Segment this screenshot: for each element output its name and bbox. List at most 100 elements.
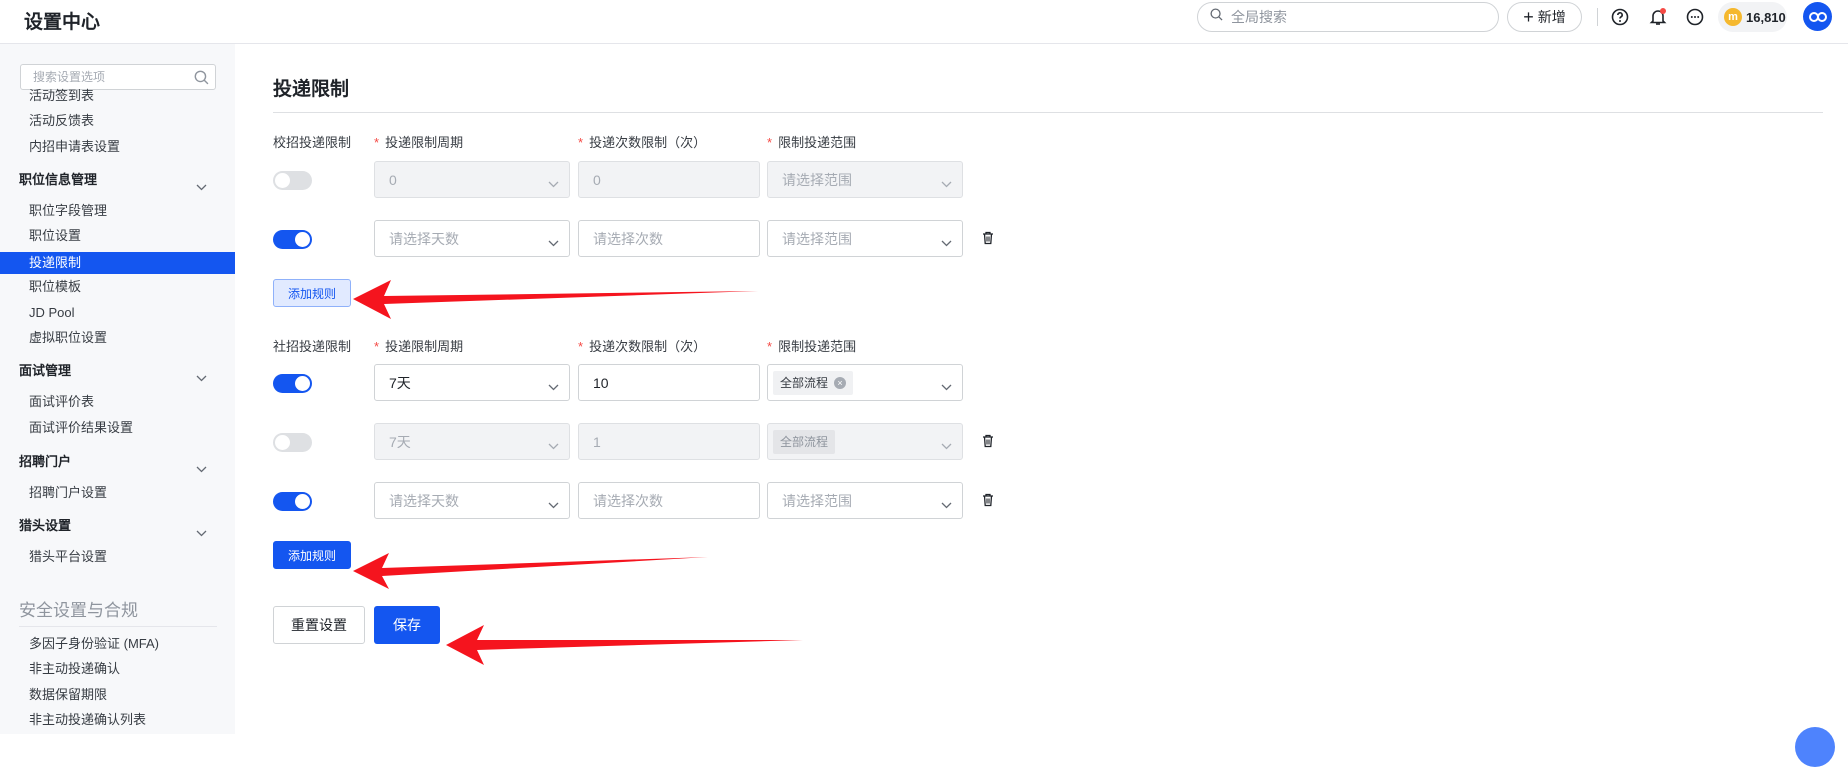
- sidebar-group-label: 猎头设置: [19, 518, 72, 533]
- column-count-label: * 投递次数限制（次）: [578, 339, 707, 354]
- sidebar-item-job-fields[interactable]: 职位字段管理: [0, 199, 235, 223]
- sidebar-item-interview-result[interactable]: 面试评价结果设置: [0, 416, 235, 440]
- sidebar-item-delivery-limit[interactable]: 投递限制: [0, 252, 235, 274]
- campus-rule-2-delete-icon[interactable]: [981, 231, 995, 245]
- annotation-arrow-icon: [353, 553, 708, 589]
- more-icon[interactable]: [1683, 5, 1707, 29]
- sidebar-item-passive-confirm[interactable]: 非主动投递确认: [0, 657, 235, 681]
- reset-button[interactable]: 重置设置: [273, 606, 365, 644]
- sidebar-item-internal-application[interactable]: 内招申请表设置: [0, 135, 235, 159]
- chevron-down-icon: [941, 496, 952, 512]
- coin-balance-value: 16,810: [1746, 9, 1786, 25]
- plus-icon: +: [1523, 7, 1534, 27]
- avatar[interactable]: [1803, 2, 1832, 31]
- sidebar-item-headhunter-platform[interactable]: 猎头平台设置: [0, 545, 235, 569]
- social-rule-2-count-input[interactable]: 1: [578, 423, 760, 460]
- campus-rule-1-toggle[interactable]: [273, 171, 312, 190]
- chevron-down-icon: [548, 437, 559, 453]
- social-rule-3-period-select[interactable]: 请选择天数: [374, 482, 570, 519]
- sidebar-item-interview-form[interactable]: 面试评价表: [0, 390, 235, 414]
- annotation-arrow-icon: [353, 280, 758, 319]
- chevron-down-icon: [941, 437, 952, 453]
- coin-icon: m: [1724, 8, 1742, 26]
- campus-rule-2-period-select[interactable]: 请选择天数: [374, 220, 570, 257]
- chevron-down-icon: [196, 175, 207, 199]
- assistant-bubble[interactable]: [1795, 727, 1835, 767]
- column-period-label: * 投递限制周期: [374, 339, 464, 354]
- column-scope-label: * 限制投递范围: [767, 135, 857, 150]
- sidebar-group-headhunter[interactable]: 猎头设置: [0, 514, 235, 538]
- help-icon[interactable]: [1608, 5, 1632, 29]
- new-button-label: 新增: [1537, 9, 1566, 25]
- social-rule-2-toggle[interactable]: [273, 433, 312, 452]
- main-content: 投递限制 校招投递限制 * 投递限制周期 * 投递次数限制（次） * 限制投递范围 0…: [235, 44, 1848, 734]
- coin-balance[interactable]: m 16,810: [1718, 2, 1787, 32]
- chevron-down-icon: [941, 175, 952, 191]
- campus-rule-1-count-input[interactable]: 0: [578, 161, 760, 198]
- chevron-down-icon: [548, 378, 559, 394]
- campus-rule-2-scope-select[interactable]: 请选择范围: [767, 220, 963, 257]
- campus-limit-label: 校招投递限制: [273, 135, 352, 150]
- new-button[interactable]: + 新增: [1507, 2, 1582, 32]
- sidebar-item-portal-settings[interactable]: 招聘门户设置: [0, 481, 235, 505]
- social-rule-1-toggle[interactable]: [273, 374, 312, 393]
- column-scope-label: * 限制投递范围: [767, 339, 857, 354]
- top-bar: 设置中心 + 新增 m 16,810: [0, 0, 1848, 44]
- close-icon[interactable]: ×: [834, 376, 847, 389]
- campus-rule-1-scope-select[interactable]: 请选择范围: [767, 161, 963, 198]
- column-count-label: * 投递次数限制（次）: [578, 135, 707, 150]
- sidebar-group-job-info[interactable]: 职位信息管理: [0, 168, 235, 192]
- campus-add-rule-button[interactable]: 添加规则: [273, 279, 352, 307]
- social-rule-3-toggle[interactable]: [273, 492, 312, 511]
- scope-tag: 全部流程: [773, 429, 836, 454]
- chevron-down-icon: [941, 378, 952, 394]
- chevron-down-icon: [548, 496, 559, 512]
- search-icon: [1210, 8, 1223, 26]
- social-rule-3-delete-icon[interactable]: [981, 493, 995, 507]
- chevron-down-icon: [196, 366, 207, 390]
- social-rule-1-period-select[interactable]: 7天: [374, 364, 570, 401]
- sidebar-item-mfa[interactable]: 多因子身份验证 (MFA): [0, 632, 235, 656]
- sidebar-item-job-template[interactable]: 职位模板: [0, 275, 235, 299]
- sidebar-item-data-retention[interactable]: 数据保留期限: [0, 683, 235, 707]
- social-rule-2-period-select[interactable]: 7天: [374, 423, 570, 460]
- save-button[interactable]: 保存: [374, 606, 440, 644]
- social-rule-1-count-input[interactable]: 10: [578, 364, 760, 401]
- sidebar-group-interview[interactable]: 面试管理: [0, 359, 235, 383]
- social-rule-2-delete-icon[interactable]: [981, 434, 995, 448]
- chevron-down-icon: [548, 175, 559, 191]
- sidebar-item-passive-confirm-list[interactable]: 非主动投递确认列表: [0, 708, 235, 732]
- chevron-down-icon: [941, 234, 952, 250]
- global-search[interactable]: [1197, 2, 1499, 32]
- campus-rule-2-count-input[interactable]: 请选择次数: [578, 220, 760, 257]
- app-title: 设置中心: [24, 12, 101, 33]
- social-limit-label: 社招投递限制: [273, 339, 352, 354]
- sidebar-section-divider: [19, 626, 217, 627]
- social-rule-3-count-input[interactable]: 请选择次数: [578, 482, 760, 519]
- sidebar-item-job-settings[interactable]: 职位设置: [0, 224, 235, 248]
- chevron-down-icon: [196, 457, 207, 481]
- sidebar-item-activity-feedback[interactable]: 活动反馈表: [0, 109, 235, 133]
- sidebar-item-jd-pool[interactable]: JD Pool: [0, 301, 235, 325]
- social-add-rule-button[interactable]: 添加规则: [273, 541, 352, 569]
- sidebar-item-activity-checkin[interactable]: 活动签到表: [0, 84, 235, 108]
- global-search-input[interactable]: [1231, 9, 1471, 25]
- sidebar: 活动签到表 活动反馈表 内招申请表设置 职位信息管理 职位字段管理 职位设置 投…: [0, 44, 235, 734]
- avatar-logo-icon: [1808, 11, 1827, 22]
- annotation-arrow-icon: [446, 625, 803, 665]
- sidebar-item-virtual-job[interactable]: 虚拟职位设置: [0, 326, 235, 350]
- campus-rule-1-period-select[interactable]: 0: [374, 161, 570, 198]
- scope-tag: 全部流程 ×: [773, 370, 854, 395]
- social-rule-3-scope-select[interactable]: 请选择范围: [767, 482, 963, 519]
- sidebar-section-security: 安全设置与合规: [19, 601, 138, 620]
- column-period-label: * 投递限制周期: [374, 135, 464, 150]
- social-rule-1-scope-select[interactable]: 全部流程 ×: [767, 364, 963, 401]
- bell-icon[interactable]: [1646, 5, 1670, 29]
- sidebar-group-label: 招聘门户: [19, 454, 72, 469]
- page-title: 投递限制: [273, 79, 350, 100]
- campus-rule-2-toggle[interactable]: [273, 230, 312, 249]
- sidebar-group-portal[interactable]: 招聘门户: [0, 450, 235, 474]
- sidebar-group-label: 面试管理: [19, 363, 72, 378]
- social-rule-2-scope-select[interactable]: 全部流程: [767, 423, 963, 460]
- sidebar-search-input[interactable]: [33, 70, 193, 84]
